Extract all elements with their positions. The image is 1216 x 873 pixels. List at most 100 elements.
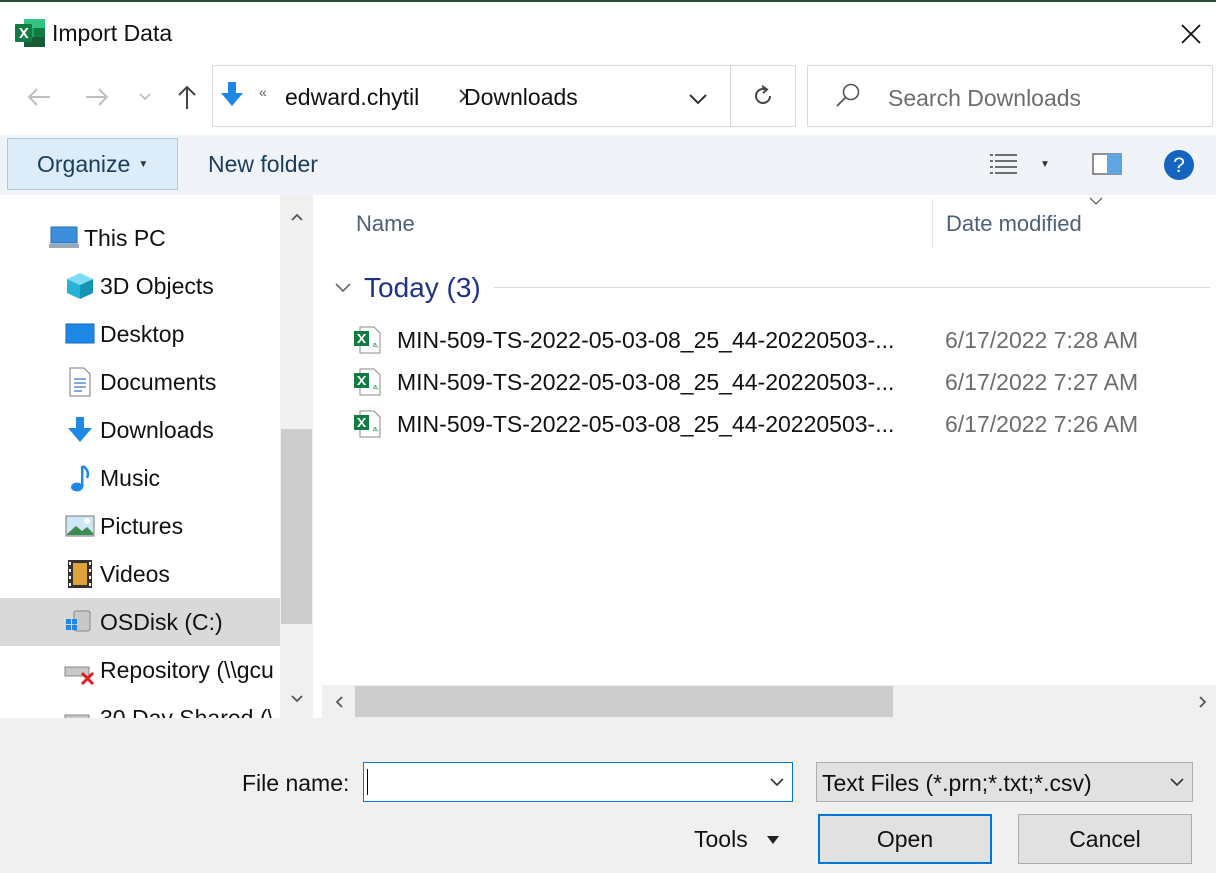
up-button[interactable]	[170, 80, 204, 114]
address-bar[interactable]: « edward.chytil Downloads	[212, 65, 796, 127]
text-cursor	[367, 769, 368, 795]
scroll-down-button[interactable]	[280, 685, 313, 713]
column-divider[interactable]	[932, 199, 933, 247]
file-date: 6/17/2022 7:26 AM	[945, 410, 1139, 437]
excel-icon	[15, 19, 45, 47]
search-input[interactable]: Search Downloads	[807, 65, 1213, 127]
nav-item-desktop[interactable]: Desktop	[0, 311, 280, 357]
csv-file-icon: a,	[354, 410, 381, 438]
group-header-today[interactable]: Today (3)	[334, 271, 481, 305]
file-type-dropdown-button[interactable]	[1162, 763, 1192, 801]
breadcrumb-item[interactable]: Downloads	[464, 84, 578, 111]
change-view-button[interactable]: ▼	[988, 147, 1060, 181]
close-button[interactable]	[1166, 10, 1216, 58]
file-row[interactable]: a, MIN-509-TS-2022-05-03-08_25_44-202205…	[352, 404, 1202, 444]
caret-down-icon: ▼	[138, 158, 149, 170]
nav-item-downloads[interactable]: Downloads	[0, 407, 280, 453]
chevron-down-icon	[290, 695, 303, 703]
nav-item-label: Music	[100, 464, 161, 491]
download-icon	[64, 414, 96, 446]
chevron-up-icon	[290, 213, 303, 221]
nav-item-label: OSDisk (C:)	[100, 608, 223, 635]
forward-button[interactable]	[80, 80, 114, 114]
music-note-icon	[64, 462, 96, 494]
file-type-select[interactable]: Text Files (*.prn;*.txt;*.csv)	[816, 762, 1193, 802]
nav-item-repository[interactable]: Repository (\\gcu	[0, 647, 280, 693]
scroll-left-button[interactable]	[322, 685, 355, 718]
file-list-horizontal-scrollbar[interactable]	[322, 685, 1216, 718]
file-name: MIN-509-TS-2022-05-03-08_25_44-20220503-…	[397, 368, 895, 395]
address-dropdown-button[interactable]	[683, 84, 713, 114]
tools-label: Tools	[694, 826, 748, 852]
file-name-input[interactable]	[363, 762, 793, 802]
forward-arrow-icon	[86, 88, 109, 106]
nav-item-shared[interactable]: 30 Day Shared (\	[0, 695, 280, 718]
nav-item-label: 3D Objects	[100, 272, 214, 299]
nav-item-label: Pictures	[100, 512, 184, 539]
caret-down-icon: ▼	[1040, 158, 1050, 170]
preview-pane-icon[interactable]	[1090, 149, 1124, 179]
breadcrumb-item[interactable]: edward.chytil	[285, 84, 419, 111]
network-drive-icon	[64, 702, 96, 718]
document-icon	[64, 366, 96, 398]
nav-item-label: Repository (\\gcu	[100, 656, 274, 683]
csv-file-icon: a,	[354, 326, 381, 354]
import-data-dialog: Import Data « edward.chytil Downloads Se…	[0, 0, 1216, 873]
nav-item-this-pc[interactable]: This PC	[0, 215, 280, 261]
search-icon	[836, 83, 860, 107]
csv-file-icon: a,	[354, 368, 381, 396]
file-list: Name Date modified Today (3) a, MIN-509-…	[322, 195, 1216, 718]
svg-text:a,: a,	[373, 342, 379, 349]
nav-item-osdisk[interactable]: OSDisk (C:)	[0, 598, 280, 646]
file-name-dropdown-button[interactable]	[762, 763, 792, 801]
file-name: MIN-509-TS-2022-05-03-08_25_44-20220503-…	[397, 326, 895, 353]
downloads-folder-icon	[221, 82, 243, 106]
nav-item-3d-objects[interactable]: 3D Objects	[0, 263, 280, 309]
file-row[interactable]: a, MIN-509-TS-2022-05-03-08_25_44-202205…	[352, 362, 1202, 402]
scroll-up-button[interactable]	[280, 203, 313, 231]
tools-button[interactable]: Tools	[694, 826, 780, 853]
back-arrow-icon	[27, 88, 50, 106]
caret-down-icon	[766, 835, 779, 844]
cancel-button[interactable]: Cancel	[1018, 814, 1192, 864]
refresh-button[interactable]	[731, 66, 795, 126]
nav-item-videos[interactable]: Videos	[0, 551, 280, 597]
chevron-left-icon	[335, 695, 343, 708]
desktop-icon	[64, 318, 96, 350]
nav-item-pictures[interactable]: Pictures	[0, 503, 280, 549]
nav-item-label: This PC	[84, 224, 166, 251]
pictures-icon	[64, 510, 96, 542]
breadcrumb-overflow[interactable]: «	[259, 84, 267, 100]
group-divider	[494, 287, 1210, 288]
column-header-date-modified[interactable]: Date modified	[946, 211, 1082, 237]
nav-item-music[interactable]: Music	[0, 455, 280, 501]
help-icon[interactable]: ?	[1162, 148, 1196, 182]
dialog-footer: File name: Text Files (*.prn;*.txt;*.csv…	[0, 718, 1216, 873]
nav-pane-scrollbar[interactable]	[280, 195, 313, 718]
chevron-down-icon	[1170, 778, 1184, 787]
group-label: Today (3)	[364, 272, 481, 303]
recent-locations-button[interactable]	[130, 80, 160, 114]
chevron-down-icon	[689, 94, 707, 105]
scroll-right-button[interactable]	[1190, 685, 1216, 718]
column-header-name[interactable]: Name	[356, 211, 415, 237]
back-button[interactable]	[22, 80, 56, 114]
nav-item-documents[interactable]: Documents	[0, 359, 280, 405]
chevron-right-icon	[1199, 695, 1207, 708]
file-row[interactable]: a, MIN-509-TS-2022-05-03-08_25_44-202205…	[352, 320, 1202, 360]
cube-icon	[64, 270, 96, 302]
new-folder-button[interactable]: New folder	[194, 138, 332, 190]
close-icon	[1181, 24, 1201, 44]
svg-text:a,: a,	[373, 426, 379, 433]
chevron-down-icon	[770, 778, 784, 787]
film-icon	[64, 558, 96, 590]
scroll-thumb[interactable]	[281, 429, 312, 624]
command-toolbar: Organize ▼ New folder ▼ ?	[0, 135, 1216, 195]
navigation-pane: This PC 3D Objects Desktop Documents Dow…	[0, 195, 313, 718]
svg-text:?: ?	[1173, 154, 1185, 177]
file-date: 6/17/2022 7:27 AM	[945, 368, 1139, 395]
title-bar: Import Data	[0, 4, 1216, 62]
open-button[interactable]: Open	[818, 814, 992, 864]
organize-button[interactable]: Organize ▼	[7, 138, 178, 190]
scroll-thumb[interactable]	[355, 686, 893, 717]
